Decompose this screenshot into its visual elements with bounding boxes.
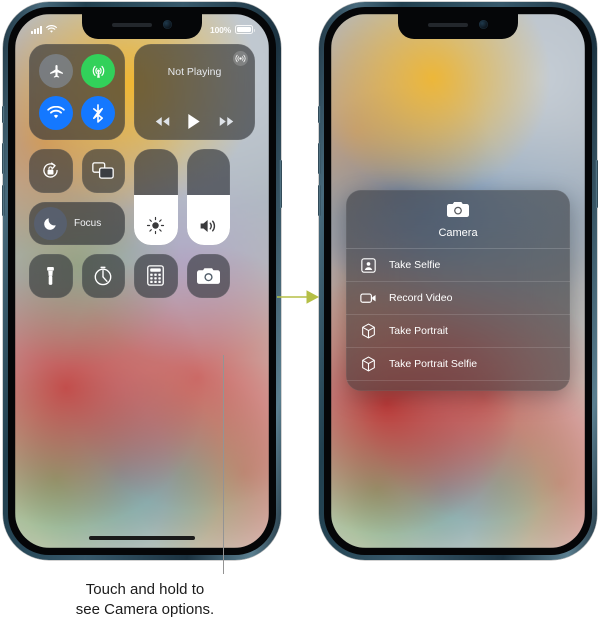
silent-switch[interactable]	[2, 106, 5, 123]
cc-left-column: Focus	[29, 149, 125, 245]
focus-icon-circle	[34, 206, 67, 240]
right-phone-bezel: Camera Take Selfie Record Video Take Por…	[324, 7, 592, 555]
cc-row-top: Not Playing	[29, 44, 255, 140]
moon-icon	[44, 218, 56, 230]
video-camera-icon	[360, 292, 377, 304]
now-playing-module[interactable]: Not Playing	[134, 44, 255, 140]
airplane-mode-toggle[interactable]	[39, 54, 73, 88]
right-iphone-device: Camera Take Selfie Record Video Take Por…	[318, 2, 598, 560]
quick-actions-header: Camera	[346, 190, 570, 249]
battery-percent-label: 100%	[210, 24, 231, 35]
quick-action-label: Record Video	[389, 292, 453, 304]
caption-line-2: see Camera options.	[75, 601, 215, 619]
volume-slider[interactable]	[186, 149, 231, 245]
camera-icon	[447, 202, 469, 218]
caption-line-1: Touch and hold to	[85, 581, 205, 598]
cellular-bars-icon	[31, 25, 42, 34]
cube-icon	[360, 323, 377, 339]
control-center: Not Playing Focus	[29, 44, 255, 307]
home-indicator[interactable]	[89, 536, 195, 540]
quick-actions-app-name: Camera	[438, 227, 478, 239]
cc-row-middle: Focus	[29, 149, 255, 245]
front-camera-icon	[479, 20, 488, 29]
cellular-data-toggle[interactable]	[81, 54, 115, 88]
side-power-button[interactable]	[595, 160, 598, 208]
quick-action-take-portrait-selfie[interactable]: Take Portrait Selfie	[346, 348, 570, 381]
notch	[398, 14, 518, 39]
quick-action-label: Take Portrait Selfie	[389, 358, 478, 370]
play-icon[interactable]	[187, 113, 201, 130]
brightness-slider[interactable]	[134, 149, 178, 245]
timer-button[interactable]	[81, 254, 125, 298]
cube-icon	[360, 356, 377, 372]
focus-label: Focus	[74, 217, 102, 229]
earpiece-speaker-icon	[428, 22, 468, 27]
camera-quick-actions-menu: Camera Take Selfie Record Video Take Por…	[346, 190, 570, 391]
volume-down-button[interactable]	[2, 185, 5, 216]
wifi-toggle[interactable]	[39, 96, 73, 130]
earpiece-speaker-icon	[112, 22, 152, 27]
calculator-button[interactable]	[134, 254, 178, 298]
quick-action-take-selfie[interactable]: Take Selfie	[346, 249, 570, 282]
rotation-lock-icon	[43, 162, 58, 178]
camera-button[interactable]	[186, 254, 230, 298]
screen-mirroring-button[interactable]	[81, 149, 125, 193]
connectivity-module	[29, 44, 125, 140]
quick-action-label: Take Selfie	[389, 259, 441, 271]
timer-icon	[94, 266, 112, 286]
flashlight-button[interactable]	[29, 254, 73, 298]
airplay-audio-icon[interactable]	[233, 51, 248, 66]
callout-line	[223, 355, 224, 574]
flow-arrow-icon	[277, 290, 319, 304]
front-camera-icon	[163, 20, 172, 29]
cellular-antenna-icon	[92, 65, 104, 78]
brightness-icon	[134, 216, 178, 235]
cc-row-bottom	[29, 254, 255, 298]
silent-switch[interactable]	[318, 106, 321, 123]
wifi-icon	[47, 106, 65, 119]
volume-up-button[interactable]	[318, 143, 321, 174]
side-power-button[interactable]	[279, 160, 282, 208]
now-playing-title: Not Playing	[167, 66, 222, 78]
person-frame-icon	[360, 257, 377, 273]
airplane-icon	[49, 64, 63, 78]
rotation-lock-button[interactable]	[29, 149, 73, 193]
figure-caption: Touch and hold to see Camera options.	[0, 580, 290, 621]
flashlight-icon	[47, 266, 55, 285]
media-transport-controls	[134, 113, 255, 130]
focus-button[interactable]: Focus	[29, 201, 125, 245]
quick-action-take-portrait[interactable]: Take Portrait	[346, 315, 570, 348]
right-phone-screen: Camera Take Selfie Record Video Take Por…	[331, 14, 585, 548]
rewind-icon[interactable]	[155, 116, 170, 127]
menu-bottom-padding	[346, 381, 570, 391]
quick-action-label: Take Portrait	[389, 325, 448, 337]
bluetooth-toggle[interactable]	[81, 96, 115, 130]
wifi-icon	[46, 25, 57, 33]
notch	[82, 14, 202, 39]
left-phone-bezel: 100% Not Playing Focus	[8, 7, 276, 555]
fast-forward-icon[interactable]	[219, 116, 234, 127]
quick-action-record-video[interactable]: Record Video	[346, 282, 570, 315]
camera-icon	[196, 268, 220, 285]
screen-mirroring-icon	[92, 162, 115, 179]
bluetooth-icon	[93, 103, 103, 123]
battery-full-icon	[235, 25, 255, 34]
speaker-wave-icon	[187, 217, 231, 235]
left-phone-screen: 100% Not Playing Focus	[15, 14, 269, 548]
left-iphone-device: 100% Not Playing Focus	[2, 2, 282, 560]
figure-canvas: 100% Not Playing Focus Camera Take Selfi…	[0, 0, 600, 632]
volume-down-button[interactable]	[318, 185, 321, 216]
volume-up-button[interactable]	[2, 143, 5, 174]
calculator-icon	[147, 265, 165, 287]
